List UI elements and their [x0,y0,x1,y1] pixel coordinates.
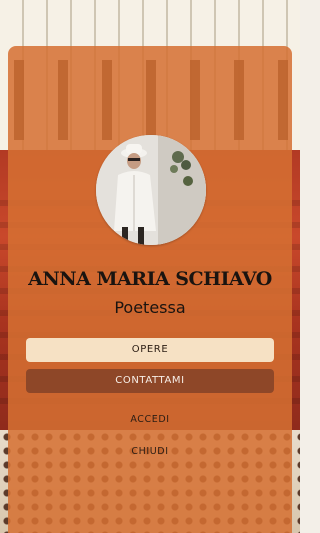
profile-role: Poetessa [114,298,186,317]
login-link[interactable]: ACCEDI [0,414,300,425]
avatar [96,135,206,245]
close-link[interactable]: CHIUDI [0,446,300,457]
contact-button[interactable]: CONTATTAMI [26,369,274,393]
profile-name: ANNA MARIA SCHIAVO [28,268,272,290]
works-button[interactable]: OPERE [26,338,274,362]
portrait-photo-icon [96,135,206,245]
